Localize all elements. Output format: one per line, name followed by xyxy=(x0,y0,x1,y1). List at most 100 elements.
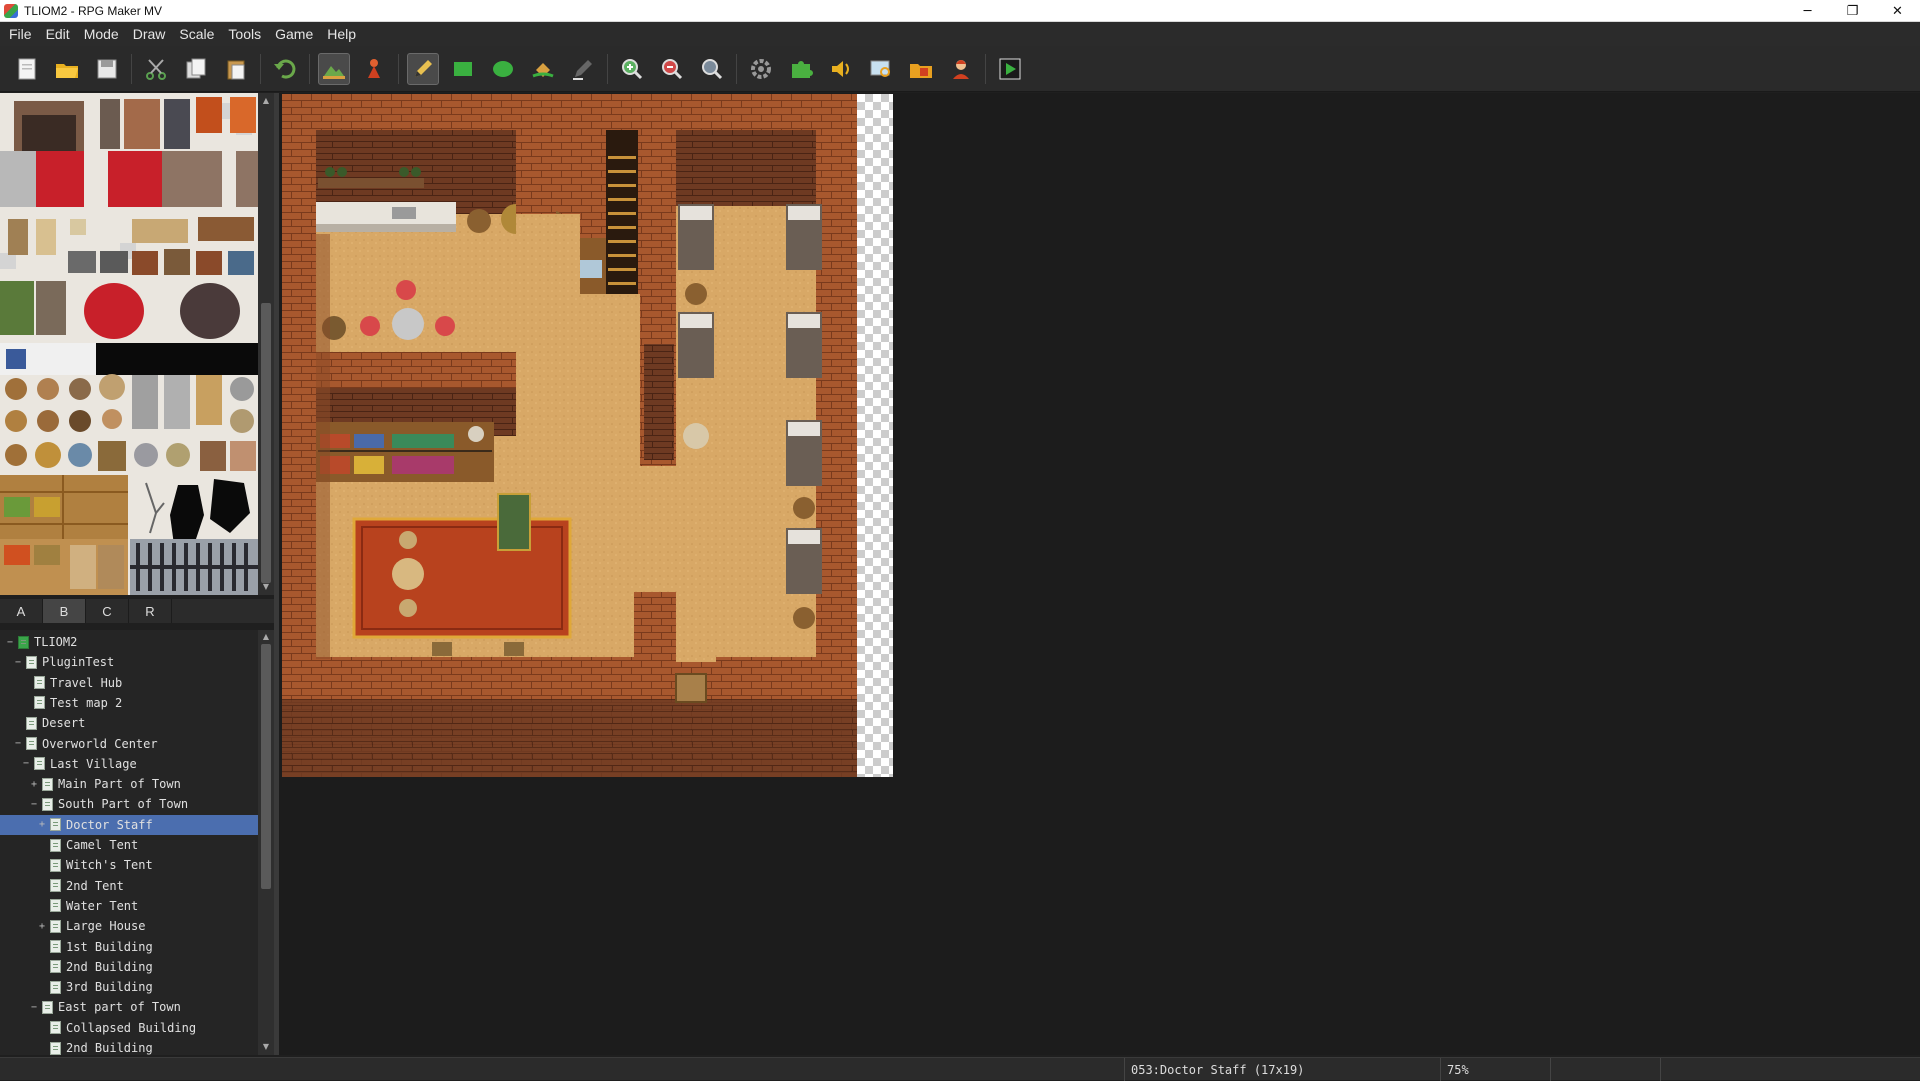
character-generator-button[interactable] xyxy=(945,53,977,85)
tileset-scrollbar[interactable]: ▲ ▼ xyxy=(258,93,274,595)
map-tree-item[interactable]: − Overworld Center xyxy=(0,734,258,754)
toolbar-separator xyxy=(736,53,737,84)
collapse-icon[interactable]: − xyxy=(30,799,38,810)
shadow-pen-icon xyxy=(573,59,592,80)
plugin-manager-button[interactable] xyxy=(785,53,817,85)
map-mode-button[interactable] xyxy=(318,52,350,85)
map-icon xyxy=(50,879,61,893)
map-tree-label: 2nd Tent xyxy=(66,878,124,893)
map-tree-item[interactable]: 2nd Tent xyxy=(0,876,258,896)
map-tree-item[interactable]: + Doctor Staff xyxy=(0,814,258,835)
map-tree-item[interactable]: Desert xyxy=(0,713,258,733)
scroll-up-arrow-icon[interactable]: ▲ xyxy=(261,96,271,106)
character-generator-icon xyxy=(953,59,969,79)
map-canvas[interactable] xyxy=(282,94,857,777)
map-tree-item[interactable]: 2nd Building xyxy=(0,1038,258,1055)
zoom-in-button[interactable] xyxy=(616,53,648,85)
copy-button[interactable] xyxy=(180,53,212,85)
open-project-button[interactable] xyxy=(51,53,83,85)
map-tree-item[interactable]: − TLIOM2 xyxy=(0,632,258,652)
map-tree-item[interactable]: Water Tent xyxy=(0,896,258,916)
paste-button[interactable] xyxy=(220,53,252,85)
map-tree-scrollbar[interactable]: ▲ ▼ xyxy=(258,630,274,1055)
map-tree-item[interactable]: + Main Part of Town xyxy=(0,774,258,794)
save-project-icon xyxy=(97,59,117,78)
collapse-icon[interactable]: − xyxy=(14,657,22,668)
tileset-tab-a[interactable]: A xyxy=(0,599,43,623)
database-button[interactable] xyxy=(745,53,777,85)
map-icon xyxy=(50,899,61,913)
map-tree-item[interactable]: Collapsed Building xyxy=(0,1018,258,1038)
map-tree-item[interactable]: + Large House xyxy=(0,916,258,936)
map-tree-label: 2nd Building xyxy=(66,959,153,974)
menu-tools[interactable]: Tools xyxy=(221,26,268,42)
menu-scale[interactable]: Scale xyxy=(172,26,221,42)
scroll-down-arrow-icon[interactable]: ▼ xyxy=(261,1042,271,1052)
map-tree-label: Main Part of Town xyxy=(58,777,181,792)
menu-mode[interactable]: Mode xyxy=(77,26,126,42)
map-tree-item[interactable]: Witch's Tent xyxy=(0,855,258,875)
map-tree-item[interactable]: Camel Tent xyxy=(0,835,258,855)
ellipse-icon xyxy=(493,60,513,77)
status-zoom: 75% xyxy=(1440,1058,1550,1081)
undo-button[interactable] xyxy=(269,53,301,85)
expand-icon[interactable]: + xyxy=(38,819,46,830)
menu-edit[interactable]: Edit xyxy=(39,26,77,42)
map-tree-item[interactable]: Travel Hub xyxy=(0,673,258,693)
map-tree-item[interactable]: − South Part of Town xyxy=(0,794,258,814)
zoom-out-button[interactable] xyxy=(656,53,688,85)
map-tree-item[interactable]: 3rd Building xyxy=(0,977,258,997)
map-icon xyxy=(50,960,61,974)
tileset-palette[interactable] xyxy=(0,93,258,595)
map-icon xyxy=(50,940,61,953)
resource-manager-button[interactable] xyxy=(905,53,937,85)
shadow-pen-button[interactable] xyxy=(567,53,599,85)
scroll-down-arrow-icon[interactable]: ▼ xyxy=(261,582,271,592)
scroll-thumb[interactable] xyxy=(261,644,271,889)
menu-help[interactable]: Help xyxy=(320,26,363,42)
tileset-tab-b[interactable]: B xyxy=(43,599,86,623)
collapse-icon[interactable]: − xyxy=(6,637,14,648)
menu-file[interactable]: File xyxy=(2,26,39,42)
pencil-button[interactable] xyxy=(407,52,439,85)
cut-button[interactable] xyxy=(140,53,172,85)
flood-fill-button[interactable] xyxy=(527,53,559,85)
menu-bar: File Edit Mode Draw Scale Tools Game Help xyxy=(0,22,1920,46)
playtest-button[interactable] xyxy=(994,53,1026,85)
menu-game[interactable]: Game xyxy=(268,26,320,42)
ellipse-button[interactable] xyxy=(487,53,519,85)
map-tree-item[interactable]: − East part of Town xyxy=(0,997,258,1017)
close-button[interactable]: ✕ xyxy=(1875,0,1920,22)
map-icon xyxy=(50,838,61,852)
menu-draw[interactable]: Draw xyxy=(126,26,173,42)
new-project-button[interactable] xyxy=(11,53,43,85)
minimize-button[interactable]: ─ xyxy=(1785,0,1830,22)
tileset-tab-r[interactable]: R xyxy=(129,599,172,623)
map-tree-item[interactable]: − Last Village xyxy=(0,754,258,774)
scroll-up-arrow-icon[interactable]: ▲ xyxy=(261,632,271,642)
map-tree-item[interactable]: 2nd Building xyxy=(0,957,258,977)
rectangle-button[interactable] xyxy=(447,53,479,85)
tileset-tabs: ABCR xyxy=(0,599,274,623)
collapse-icon[interactable]: − xyxy=(22,758,30,769)
toolbar-separator xyxy=(398,53,399,84)
expand-icon[interactable]: + xyxy=(30,779,38,790)
event-searcher-button[interactable] xyxy=(865,53,897,85)
maximize-button[interactable]: ❐ xyxy=(1830,0,1875,22)
scroll-thumb[interactable] xyxy=(261,303,271,583)
map-tree-label: Large House xyxy=(66,919,146,934)
map-tree[interactable]: − TLIOM2 − PluginTest Travel Hub Test map 2 De… xyxy=(0,630,258,1055)
sound-test-button[interactable] xyxy=(825,53,857,85)
toolbar-separator xyxy=(309,53,310,84)
event-mode-button[interactable] xyxy=(358,53,390,85)
collapse-icon[interactable]: − xyxy=(30,1002,38,1013)
actual-size-button[interactable] xyxy=(696,53,728,85)
map-tree-item[interactable]: 1st Building xyxy=(0,937,258,957)
save-project-button[interactable] xyxy=(91,53,123,85)
collapse-icon[interactable]: − xyxy=(14,738,22,749)
tileset-tab-c[interactable]: C xyxy=(86,599,129,623)
map-tree-item[interactable]: Test map 2 xyxy=(0,693,258,713)
event-searcher-icon xyxy=(870,60,890,77)
map-tree-item[interactable]: − PluginTest xyxy=(0,652,258,672)
expand-icon[interactable]: + xyxy=(38,921,46,932)
